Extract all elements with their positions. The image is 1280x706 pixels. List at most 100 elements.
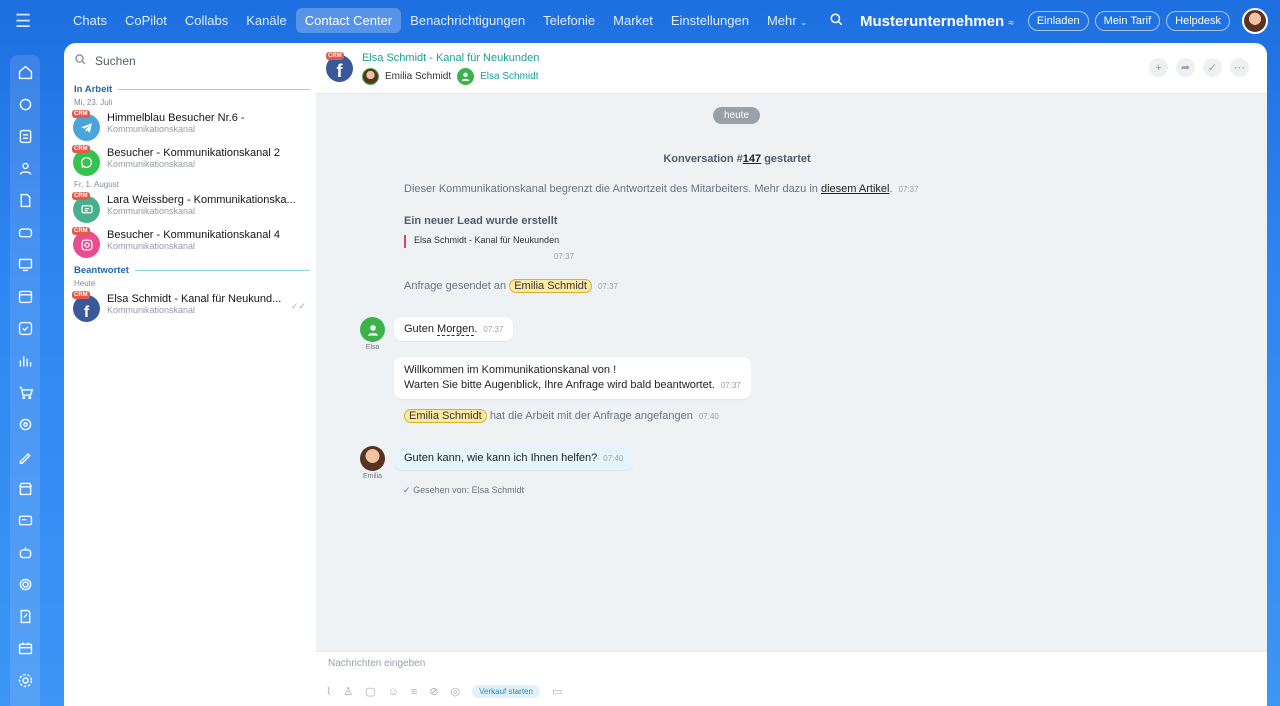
conv-started-post: gestartet — [761, 153, 811, 165]
attach-icon[interactable]: ⌇ — [326, 685, 331, 698]
nav-telephony[interactable]: Telefonie — [534, 8, 604, 33]
forms-icon[interactable]: ▭ — [552, 685, 562, 698]
nav-collabs[interactable]: Collabs — [176, 8, 237, 33]
conversation-number-link[interactable]: 147 — [743, 153, 761, 165]
nav-more-label: Mehr — [766, 13, 797, 28]
store-icon[interactable] — [15, 478, 35, 498]
home-icon[interactable] — [15, 62, 35, 82]
conversation-title: Lara Weissberg - Kommunikationska... — [107, 194, 296, 206]
more-icon[interactable]: ⋯ — [1230, 58, 1249, 77]
message-time: 07:37 — [597, 282, 618, 291]
company-name[interactable]: Musterunternehmen ≈ — [860, 13, 1014, 30]
helpdesk-button[interactable]: Helpdesk — [1166, 11, 1230, 31]
user-mention[interactable]: Emilia Schmidt — [509, 279, 592, 293]
nav-kanaele[interactable]: Kanäle — [237, 8, 295, 33]
lead-quote[interactable]: Elsa Schmidt - Kanal für Neukunden — [404, 235, 559, 248]
add-icon[interactable]: + — [1149, 58, 1168, 77]
analytics-icon[interactable] — [15, 350, 35, 370]
feed-icon[interactable] — [15, 126, 35, 146]
user-icon[interactable] — [457, 68, 475, 85]
work-started-notice: Emilia Schmidt hat die Arbeit mit der An… — [404, 409, 719, 423]
conversation-item[interactable]: CRM Besucher - Kommunikationskanal 4 Kom… — [64, 227, 316, 258]
calendar-icon[interactable] — [15, 286, 35, 306]
search-icon[interactable] — [829, 12, 844, 30]
user-icon[interactable] — [360, 317, 385, 342]
nav-chats[interactable]: Chats — [64, 8, 116, 33]
conversation-item[interactable]: CRM f Elsa Schmidt - Kanal für Neukund..… — [64, 291, 316, 322]
contacts-icon[interactable] — [15, 158, 35, 178]
settings-gear-icon[interactable] — [15, 670, 35, 690]
support-icon[interactable] — [15, 574, 35, 594]
boards-icon[interactable] — [15, 254, 35, 274]
documents-icon[interactable] — [15, 190, 35, 210]
seen-check-icon: ✓ — [403, 485, 411, 495]
message-time: 07:37 — [720, 381, 741, 390]
emoji-icon[interactable]: ☺ — [388, 686, 399, 698]
author-label: Elsa — [365, 344, 380, 351]
member-avatar[interactable] — [362, 68, 379, 85]
menu-burger-icon[interactable]: ☰ — [15, 12, 35, 30]
message-input[interactable]: Nachrichten eingeben — [328, 658, 425, 669]
author-avatar[interactable] — [360, 446, 385, 471]
finish-check-icon[interactable]: ✓ — [1203, 58, 1222, 77]
section-divider — [134, 270, 310, 271]
message-text: Guten kann, wie kann ich Ihnen helfen? — [404, 452, 598, 464]
user-avatar[interactable] — [1242, 8, 1268, 34]
section-answered: Beantwortet — [64, 264, 316, 277]
limit-text: Dieser Kommunikationskanal begrenzt die … — [404, 183, 821, 195]
chat-title[interactable]: Elsa Schmidt - Kanal für Neukunden — [362, 52, 539, 64]
shop-icon[interactable] — [15, 382, 35, 402]
start-sale-button[interactable]: Verkauf starten — [472, 685, 540, 698]
conversation-subtitle: Kommunikationskanal — [107, 124, 196, 134]
nav-settings[interactable]: Einstellungen — [662, 8, 758, 33]
conversation-item[interactable]: CRM Lara Weissberg - Kommunikationska...… — [64, 192, 316, 223]
nav-contact-center[interactable]: Contact Center — [295, 8, 402, 33]
nav-more[interactable]: Mehr ⌄ — [758, 8, 816, 33]
conversation-title: Elsa Schmidt - Kanal für Neukund... — [107, 293, 282, 305]
conversation-item[interactable]: CRM Himmelblau Besucher Nr.6 - Kommunika… — [64, 110, 316, 141]
date-header: Heute — [74, 279, 96, 288]
nav-copilot[interactable]: CoPilot — [116, 8, 176, 33]
lead-created-title: Ein neuer Lead wurde erstellt — [404, 215, 558, 227]
crm-badge: CRM — [72, 145, 90, 153]
edit-doc-icon[interactable] — [15, 606, 35, 626]
tasks-icon[interactable] — [15, 318, 35, 338]
search-box[interactable]: Suchen — [64, 43, 316, 79]
my-tariff-button[interactable]: Mein Tarif — [1094, 11, 1161, 31]
article-link[interactable]: diesem Artikel — [821, 183, 889, 195]
bot-icon[interactable] — [15, 542, 35, 562]
sign-icon[interactable] — [15, 446, 35, 466]
message-bubble[interactable]: Guten Morgen. 07:37 — [394, 317, 514, 341]
message-composer[interactable]: Nachrichten eingeben ⌇ ♙ ▢ ☺ ≡ ⊘ ◎ Verka… — [316, 651, 1267, 706]
conversation-item[interactable]: CRM Besucher - Kommunikationskanal 2 Kom… — [64, 145, 316, 176]
drive-icon[interactable] — [15, 222, 35, 242]
nav-notifications[interactable]: Benachrichtigungen — [401, 8, 534, 33]
edit-icon[interactable]: ▢ — [365, 685, 375, 698]
target-icon[interactable] — [15, 414, 35, 434]
crm-badge: CRM — [72, 110, 90, 118]
conversation-title: Besucher - Kommunikationskanal 2 — [107, 147, 281, 159]
copilot-icon[interactable] — [15, 94, 35, 114]
cards-icon[interactable] — [15, 510, 35, 530]
ai-icon[interactable]: ◎ — [451, 685, 461, 698]
composer-tools: ⌇ ♙ ▢ ☺ ≡ ⊘ ◎ Verkauf starten ▭ — [326, 685, 562, 698]
search-icon — [74, 53, 87, 69]
member-name[interactable]: Emilia Schmidt — [385, 71, 451, 82]
template-icon[interactable]: ≡ — [411, 686, 417, 698]
schedule-icon[interactable] — [15, 638, 35, 658]
section-answered-label: Beantwortet — [74, 265, 129, 276]
message-text-post: . — [474, 323, 478, 335]
invite-button[interactable]: Einladen — [1027, 11, 1089, 31]
date-header: Mi, 23. Juli — [74, 98, 113, 107]
instagram-icon — [73, 231, 100, 258]
message-line: Warten Sie bitte Augenblick, Ihre Anfrag… — [404, 379, 715, 391]
message-bubble[interactable]: Willkommen im Kommunikationskanal von ! W… — [394, 357, 751, 399]
forward-icon[interactable]: ➦ — [1176, 58, 1195, 77]
member-name[interactable]: Elsa Schmidt — [480, 71, 538, 82]
user-mention[interactable]: Emilia Schmidt — [404, 409, 487, 423]
message-bubble[interactable]: Guten kann, wie kann ich Ihnen helfen? 07… — [394, 446, 634, 470]
request-text: Anfrage gesendet an — [404, 280, 507, 292]
hide-icon[interactable]: ⊘ — [429, 685, 438, 698]
nav-market[interactable]: Market — [604, 8, 662, 33]
person-icon[interactable]: ♙ — [343, 685, 353, 698]
